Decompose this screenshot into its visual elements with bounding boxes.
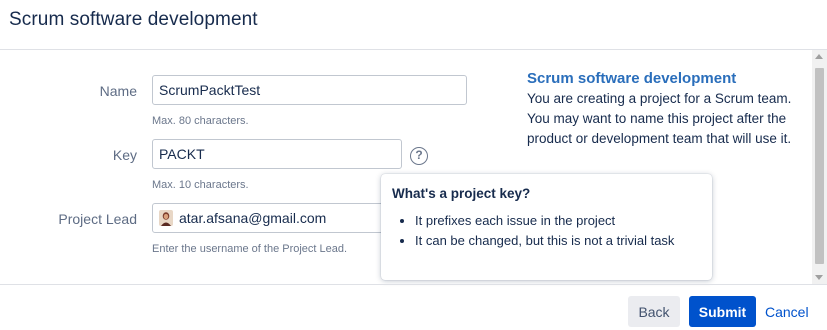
tooltip-title: What's a project key? [392,186,531,201]
submit-button[interactable]: Submit [689,296,756,327]
project-lead-input[interactable] [152,203,402,233]
cancel-link[interactable]: Cancel [765,304,809,320]
project-key-tooltip: What's a project key? It prefixes each i… [381,174,712,280]
info-panel: Scrum software development You are creat… [527,70,797,149]
dialog-title: Scrum software development [9,9,258,30]
name-hint: Max. 80 characters. [152,115,249,127]
question-circle-icon[interactable]: ? [410,147,428,165]
scrollbar-thumb[interactable] [815,68,824,264]
info-panel-title: Scrum software development [527,70,737,87]
key-hint: Max. 10 characters. [152,179,249,191]
scroll-down-arrow-icon[interactable] [815,275,823,280]
dialog-footer: Back Submit Cancel [0,284,827,330]
user-avatar-icon [159,210,173,226]
tooltip-list: It prefixes each issue in the project It… [415,211,695,251]
tooltip-item: It can be changed, but this is not a tri… [415,231,695,251]
scroll-up-arrow-icon[interactable] [815,54,823,59]
dialog-header: Scrum software development [0,0,827,50]
back-button[interactable]: Back [628,296,680,327]
info-panel-text: You are creating a project for a Scrum t… [527,91,792,146]
name-label: Name [99,83,137,99]
name-input[interactable] [152,75,467,105]
dialog-body: Name Max. 80 characters. Key ? Max. 10 c… [0,50,827,284]
project-lead-hint: Enter the username of the Project Lead. [152,243,348,255]
project-lead-label: Project Lead [58,211,137,227]
vertical-scrollbar[interactable] [812,50,827,284]
key-label: Key [112,147,137,163]
tooltip-item: It prefixes each issue in the project [415,211,695,231]
key-input[interactable] [152,139,402,169]
